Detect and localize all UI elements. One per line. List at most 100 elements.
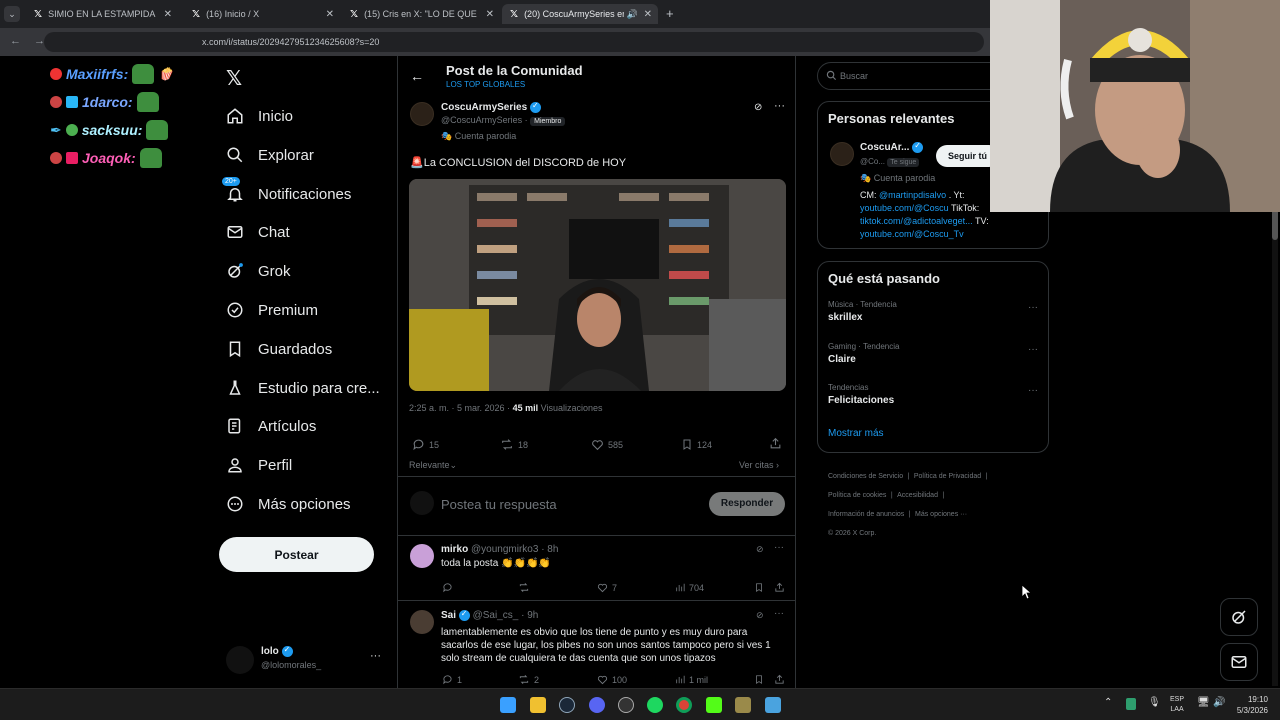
reply-item[interactable]: mirko @youngmirko3 · 8h ⊘ ··· toda la po… (398, 536, 795, 601)
like-button[interactable]: 100 (597, 674, 627, 685)
mic-icon[interactable]: 🎙 (1148, 697, 1161, 708)
close-icon[interactable]: ✕ (486, 9, 494, 20)
sort-dropdown[interactable]: Relevante⌄ (409, 460, 457, 471)
more-icon[interactable]: ··· (370, 650, 381, 662)
more-icon[interactable]: ··· (1028, 385, 1038, 396)
bookmark-button[interactable] (754, 674, 768, 685)
show-more-link[interactable]: Mostrar más (828, 428, 884, 439)
chrome-icon[interactable] (676, 697, 692, 713)
nav-item-grok[interactable]: Grok (226, 257, 291, 285)
bio-link[interactable]: youtube.com/@Coscu (860, 203, 949, 213)
kick-icon[interactable] (706, 697, 722, 713)
bio-link[interactable]: tiktok.com/@adictoalveget... (860, 216, 973, 226)
grok-icon[interactable]: ⊘ (756, 544, 764, 555)
discord-icon[interactable] (589, 697, 605, 713)
back-icon[interactable]: ← (10, 35, 21, 47)
post-button[interactable]: Postear (219, 537, 374, 572)
app-icon[interactable] (735, 697, 751, 713)
trend-item[interactable]: Música · Tendencia skrillex ··· (828, 300, 1038, 330)
avatar[interactable] (410, 610, 434, 634)
nav-item-notificaciones[interactable]: 20+ Notificaciones (222, 177, 351, 208)
steam-icon[interactable] (559, 697, 575, 713)
new-tab-button[interactable]: + (666, 6, 674, 21)
share-button[interactable] (769, 437, 786, 450)
trend-item[interactable]: Tendencias Felicitaciones ··· (828, 383, 1038, 413)
close-icon[interactable]: ✕ (326, 9, 334, 20)
security-icon[interactable] (1126, 698, 1136, 710)
back-arrow-icon[interactable]: ← (410, 68, 424, 84)
nav-item-chat[interactable]: Chat (226, 218, 290, 246)
close-icon[interactable]: ✕ (644, 9, 652, 20)
volume-icon[interactable]: 🔊 (1213, 697, 1225, 708)
more-icon[interactable]: ··· (774, 100, 785, 112)
reply-input[interactable]: Postea tu respuesta (441, 497, 557, 512)
like-button[interactable]: 7 (597, 582, 617, 593)
grok-icon[interactable]: ⊘ (756, 610, 764, 621)
repost-button[interactable]: 2 (518, 674, 539, 685)
more-icon[interactable]: ··· (1028, 302, 1038, 313)
nav-item-premium[interactable]: Premium (226, 296, 318, 324)
community-name[interactable]: LOS TOP GLOBALES (446, 80, 525, 89)
like-button[interactable]: 585 (591, 438, 623, 451)
nav-item-estudio[interactable]: Estudio para cre... (226, 374, 380, 402)
reply-item[interactable]: Sai @Sai_cs_ · 9h ⊘ ··· lamentablemente … (398, 602, 795, 688)
file-explorer-icon[interactable] (530, 697, 546, 713)
grok-icon[interactable]: ⊘ (754, 102, 762, 113)
nav-item-inicio[interactable]: Inicio (226, 102, 293, 130)
post-author[interactable]: CoscuArmySeries (441, 102, 527, 113)
footer-link[interactable]: Accesibilidad (897, 492, 938, 499)
bookmark-button[interactable]: 124 (681, 438, 712, 451)
clock[interactable]: 19:10 5/3/2026 (1232, 694, 1268, 716)
tab-cris[interactable]: 𝕏(15) Cris en X: "LO DE QUE LOU✕ (342, 4, 500, 24)
tab-simio[interactable]: 𝕏 SIMIO EN LA ESTAMPIDA ✕ (26, 4, 178, 24)
repost-button[interactable] (518, 582, 534, 593)
avatar[interactable] (410, 544, 434, 568)
avatar[interactable] (830, 142, 854, 166)
more-icon[interactable]: ··· (1028, 344, 1038, 355)
x-logo-icon[interactable]: 𝕏 (226, 66, 242, 91)
spotify-icon[interactable] (647, 697, 663, 713)
post-handle[interactable]: @CoscuArmySeries (441, 115, 522, 125)
tray-chevron-icon[interactable]: ⌃ (1104, 697, 1112, 708)
post-video[interactable] (409, 179, 786, 391)
tab-inicio[interactable]: 𝕏 (16) Inicio / X ✕ (184, 4, 340, 24)
nav-item-explorar[interactable]: Explorar (226, 141, 314, 169)
views-button[interactable]: 704 (675, 582, 704, 593)
footer-link[interactable]: Información de anuncios (828, 511, 904, 518)
footer-link[interactable]: Política de Privacidad (914, 473, 981, 480)
network-icon[interactable]: 🖥 (1197, 697, 1210, 708)
respond-button[interactable]: Responder (709, 492, 785, 516)
reply-button[interactable]: 15 (412, 438, 439, 451)
person-name[interactable]: CoscuAr... (860, 142, 909, 153)
reply-button[interactable]: 1 (442, 674, 462, 685)
audio-icon[interactable]: 🔊 (627, 9, 638, 20)
notepad-icon[interactable] (765, 697, 781, 713)
post-timestamp[interactable]: 2:25 a. m. · 5 mar. 2026 · (409, 403, 510, 413)
bookmark-button[interactable] (754, 582, 768, 593)
obs-icon[interactable] (618, 697, 634, 713)
tab-search-button[interactable]: ⌄ (4, 6, 20, 22)
repost-button[interactable]: 18 (500, 438, 528, 451)
bio-link[interactable]: @martinpdisalvo (879, 190, 946, 200)
nav-item-perfil[interactable]: Perfil (226, 451, 292, 479)
close-icon[interactable]: ✕ (164, 9, 172, 20)
footer-link[interactable]: Condiciones de Servicio (828, 473, 903, 480)
more-icon[interactable]: ··· (774, 542, 784, 553)
grok-floating-button[interactable] (1220, 598, 1258, 636)
windows-start-icon[interactable] (500, 697, 516, 713)
footer-link[interactable]: Política de cookies (828, 492, 886, 499)
messages-floating-button[interactable] (1220, 643, 1258, 681)
search-input[interactable]: Buscar (840, 71, 868, 81)
nav-item-mas-opciones[interactable]: Más opciones (226, 490, 351, 518)
reply-button[interactable] (442, 582, 457, 593)
share-button[interactable] (774, 582, 789, 593)
quotes-link[interactable]: Ver citas › (739, 460, 779, 470)
nav-item-articulos[interactable]: Artículos (226, 412, 316, 440)
url-input[interactable]: x.com/i/status/2029427951234625608?s=20 (44, 32, 984, 52)
account-switcher[interactable]: lolo @lolomorales_ ··· (226, 644, 386, 674)
reply-author[interactable]: Sai (441, 610, 456, 621)
views-button[interactable]: 1 mil (675, 674, 708, 685)
language-indicator[interactable]: ESP (1170, 695, 1184, 705)
avatar[interactable] (410, 102, 434, 126)
footer-link[interactable]: Más opciones ··· (915, 511, 967, 518)
